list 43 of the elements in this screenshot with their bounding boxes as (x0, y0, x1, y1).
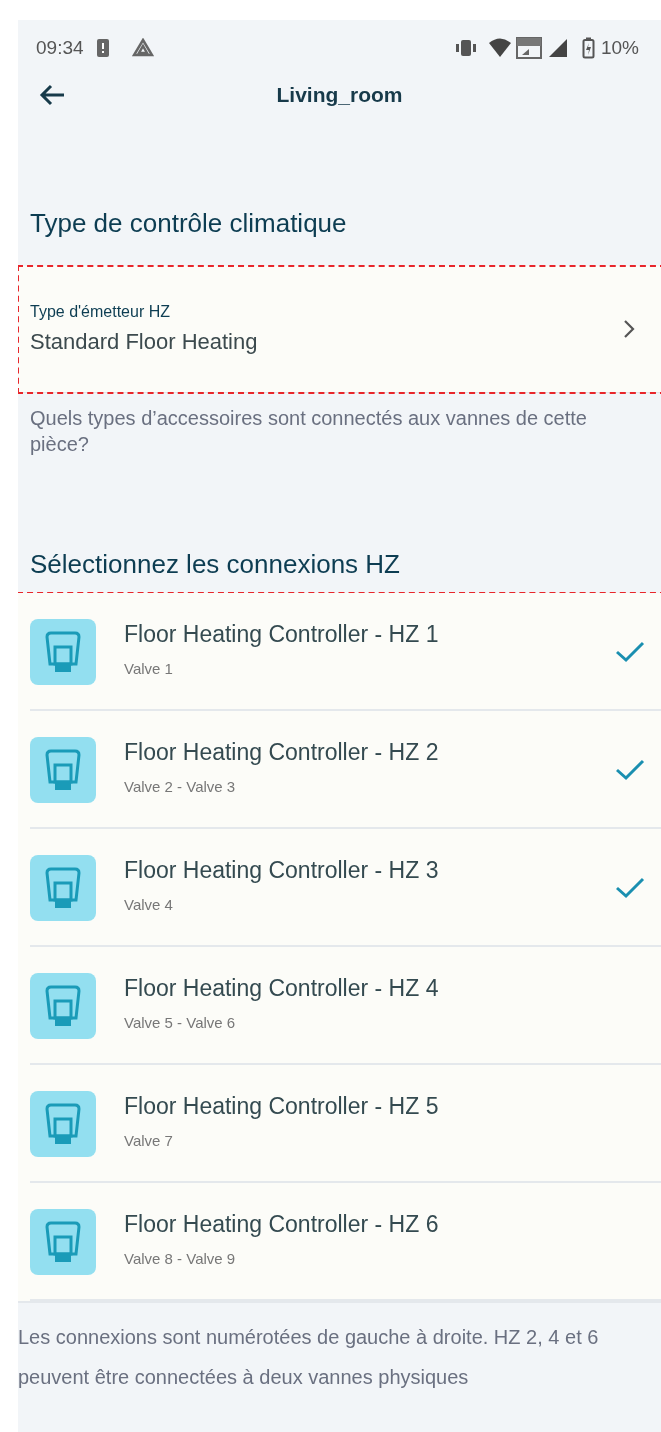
connection-valves: Valve 2 - Valve 3 (124, 778, 237, 795)
valve-controller-icon (30, 855, 96, 921)
connection-title: Floor Heating Controller - HZ 5 (124, 1093, 440, 1120)
chevron-right-icon (623, 319, 635, 339)
connection-title: Floor Heating Controller - HZ 3 (124, 857, 440, 884)
connection-valves: Valve 4 (124, 896, 174, 913)
emitter-type-value: Standard Floor Heating (30, 329, 259, 355)
help-text: Quels types d’accessoires sont connectés aux vannes de cette pièce? (29, 406, 588, 457)
wifi-icon (487, 38, 512, 58)
status-time: 09:34 (36, 37, 84, 59)
notification-icon (95, 38, 110, 58)
page-title: Living_room (276, 83, 403, 107)
valve-controller-icon (30, 1209, 96, 1275)
connection-title: Floor Heating Controller - HZ 6 (124, 1211, 440, 1238)
vibrate-icon (453, 39, 478, 57)
footer-note: Les connexions sont numérotées de gauche à droite. HZ 2, 4 et 6 peuvent être connectées à deux vannes physiques (18, 1301, 661, 1397)
drive-icon (131, 38, 154, 58)
connection-item[interactable]: Floor Heating Controller - HZ 5 Valve 7 (18, 1065, 661, 1183)
connection-item[interactable]: Floor Heating Controller - HZ 6 Valve 8 - Valve 9 (18, 1183, 661, 1301)
connection-item[interactable]: Floor Heating Controller - HZ 4 Valve 5 - Valve 6 (18, 947, 661, 1065)
connection-valves: Valve 5 - Valve 6 (124, 1014, 237, 1031)
battery-icon (581, 37, 595, 59)
valve-controller-icon (30, 973, 96, 1039)
connection-title: Floor Heating Controller - HZ 4 (124, 975, 440, 1002)
valve-controller-icon (30, 737, 96, 803)
connection-valves: Valve 7 (124, 1132, 174, 1149)
battery-percent: 10% (600, 37, 639, 59)
connection-valves: Valve 1 (124, 660, 174, 677)
signal-icon (547, 38, 568, 58)
valve-controller-icon (30, 619, 96, 685)
connection-title: Floor Heating Controller - HZ 2 (124, 739, 440, 766)
section-title: Type de contrôle climatique (29, 207, 348, 240)
connection-item[interactable]: Floor Heating Controller - HZ 3 Valve 4 (18, 829, 661, 947)
arrow-left-icon (38, 83, 66, 107)
emitter-type-item[interactable]: Type d'émetteur HZ Standard Floor Heating (18, 266, 661, 393)
connection-item[interactable]: Floor Heating Controller - HZ 1 Valve 1 (18, 593, 661, 711)
section-title: Sélectionnez les connexions HZ (29, 548, 401, 581)
emitter-type-label: Type d'émetteur HZ (30, 303, 171, 321)
connection-item[interactable]: Floor Heating Controller - HZ 2 Valve 2 - Valve 3 (18, 711, 661, 829)
valve-controller-icon (30, 1091, 96, 1157)
connection-title: Floor Heating Controller - HZ 1 (124, 621, 440, 648)
volte-icon (515, 37, 542, 59)
connection-valves: Valve 8 - Valve 9 (124, 1250, 237, 1267)
